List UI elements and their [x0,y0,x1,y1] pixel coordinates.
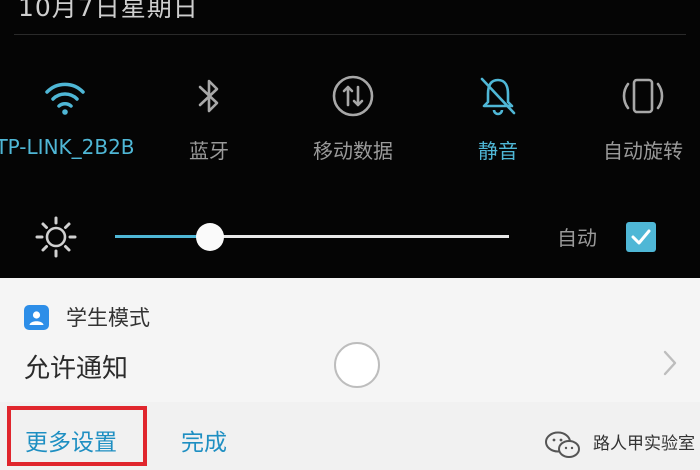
chevron-right-icon[interactable] [663,350,677,376]
tile-bluetooth-label: 蓝牙 [189,139,229,163]
app-name: 学生模式 [66,306,150,330]
tile-mute-label: 静音 [478,139,518,163]
wechat-icon [544,430,582,460]
tile-wifi[interactable]: TP-LINK_2B2B [0,66,135,159]
tile-mobile-data[interactable]: 移动数据 [283,66,423,164]
wifi-icon [0,66,135,126]
tile-mobile-data-label: 移动数据 [313,139,393,163]
mobile-data-icon [283,66,423,126]
auto-rotate-icon [573,66,700,126]
notification-shade: 10月7日星期日 TP-LINK_2B2B 蓝牙 移动数据 静音 自动旋转 自动 [0,0,700,278]
date-label: 10月7日星期日 [18,0,199,22]
more-settings-button[interactable]: 更多设置 [25,423,117,457]
bluetooth-icon [139,66,279,126]
tile-auto-rotate-label: 自动旋转 [603,139,683,163]
auto-brightness-label: 自动 [557,226,597,250]
checkmark-icon [631,229,651,245]
brightness-icon [30,214,82,260]
allow-notifications-label: 允许通知 [24,354,129,384]
brightness-thumb[interactable] [195,223,224,251]
brightness-slider[interactable] [115,221,509,251]
tile-auto-rotate[interactable]: 自动旋转 [573,66,700,164]
mute-icon [428,66,568,126]
student-mode-app-icon [24,305,49,330]
tile-bluetooth[interactable]: 蓝牙 [139,66,279,164]
done-button[interactable]: 完成 [181,423,227,457]
auto-brightness-checkbox[interactable] [626,222,656,252]
watermark-text: 路人甲实验室 [593,434,695,454]
tile-mute[interactable]: 静音 [428,66,568,164]
shade-divider [14,34,686,35]
tile-wifi-label: TP-LINK_2B2B [0,135,135,159]
allow-notifications-toggle[interactable] [334,342,380,388]
